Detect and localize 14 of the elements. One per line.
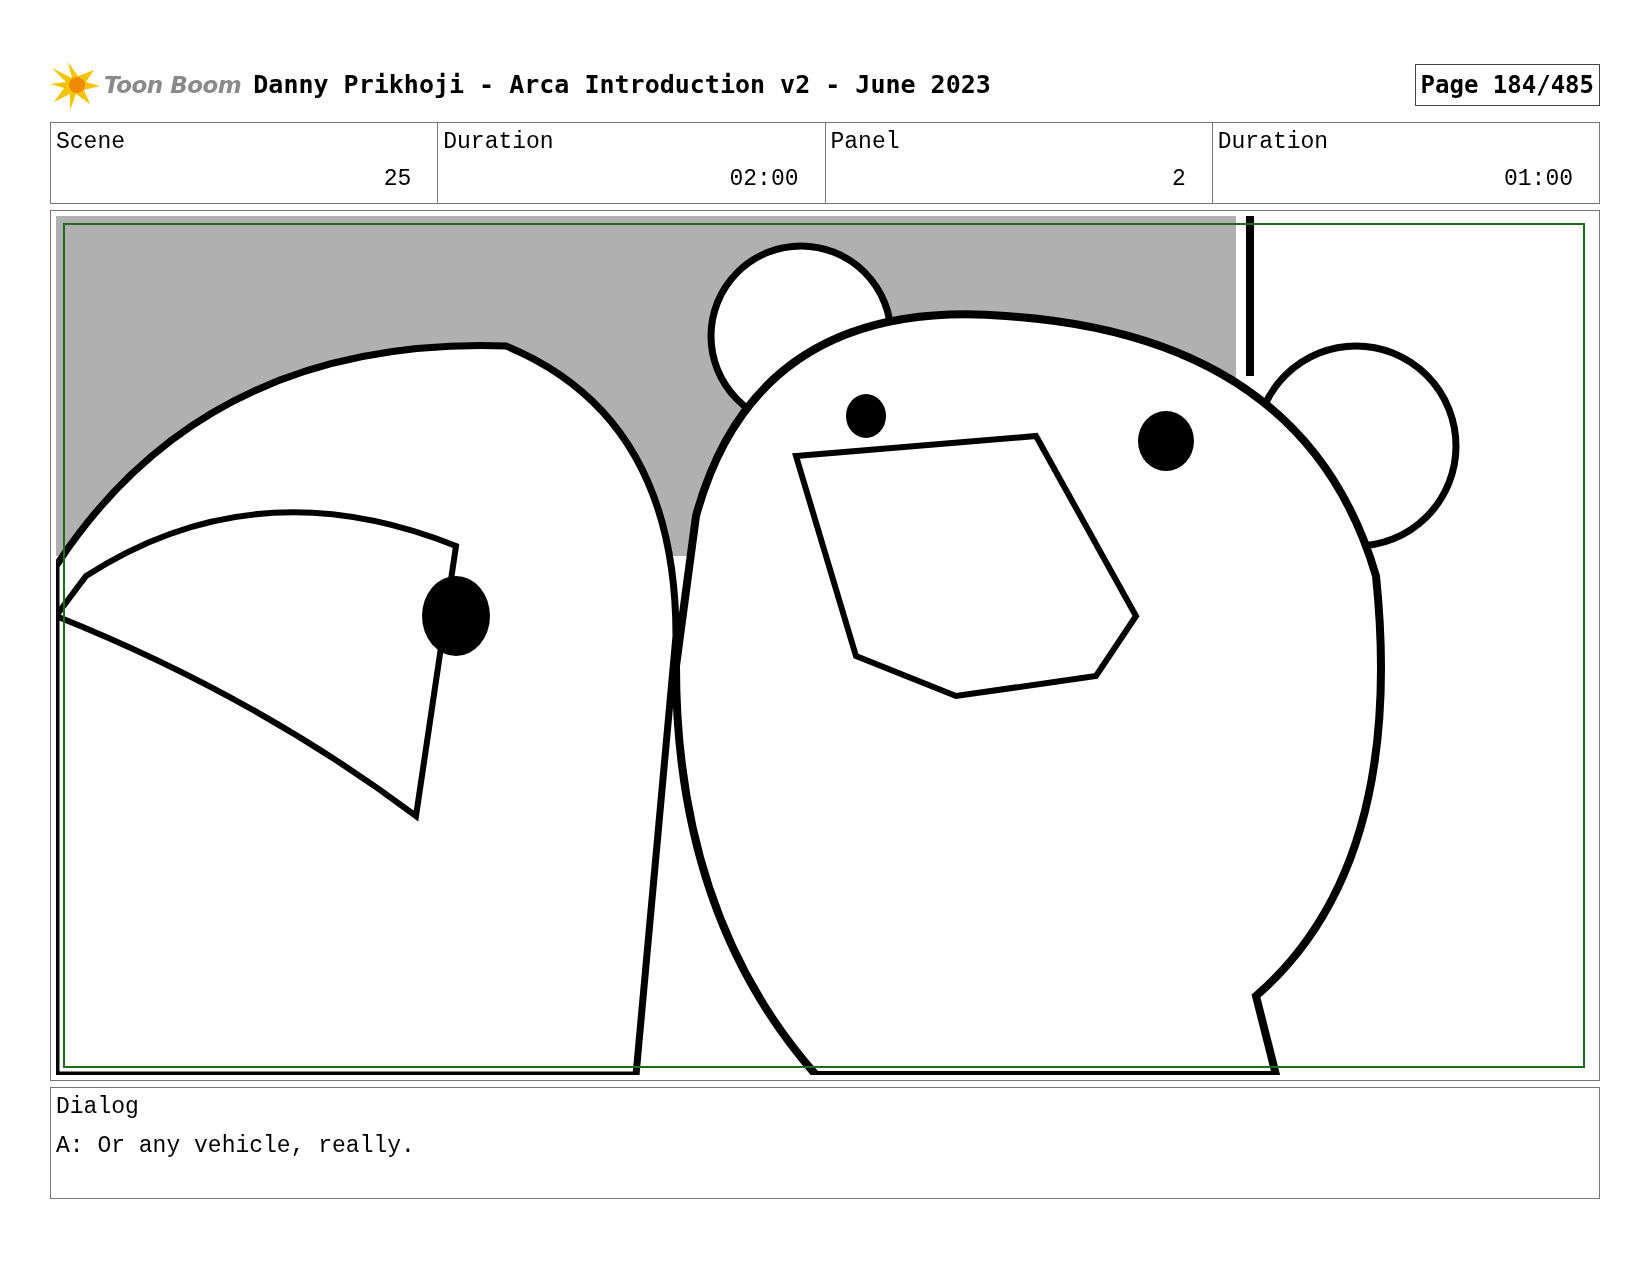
field-label: Scene bbox=[56, 128, 126, 157]
document-title: Danny Prikhoji - Arca Introduction v2 - June 2023 bbox=[253, 69, 991, 102]
field-value: 2 bbox=[1171, 164, 1186, 194]
field-label: Duration bbox=[1217, 128, 1330, 157]
page-number: Page 184/485 bbox=[1414, 64, 1600, 106]
logo-text: Toon Boom bbox=[104, 70, 242, 100]
field-value: 01:00 bbox=[1504, 164, 1573, 194]
field-label: Duration bbox=[443, 128, 555, 157]
starburst-icon bbox=[50, 60, 100, 110]
field-value: 25 bbox=[383, 164, 412, 194]
dialog-text: A: Or any vehicle, really. bbox=[56, 1131, 416, 1161]
dialog-label: Dialog bbox=[56, 1093, 140, 1122]
field-value: 02:00 bbox=[729, 164, 799, 194]
field-label: Panel bbox=[830, 128, 901, 157]
